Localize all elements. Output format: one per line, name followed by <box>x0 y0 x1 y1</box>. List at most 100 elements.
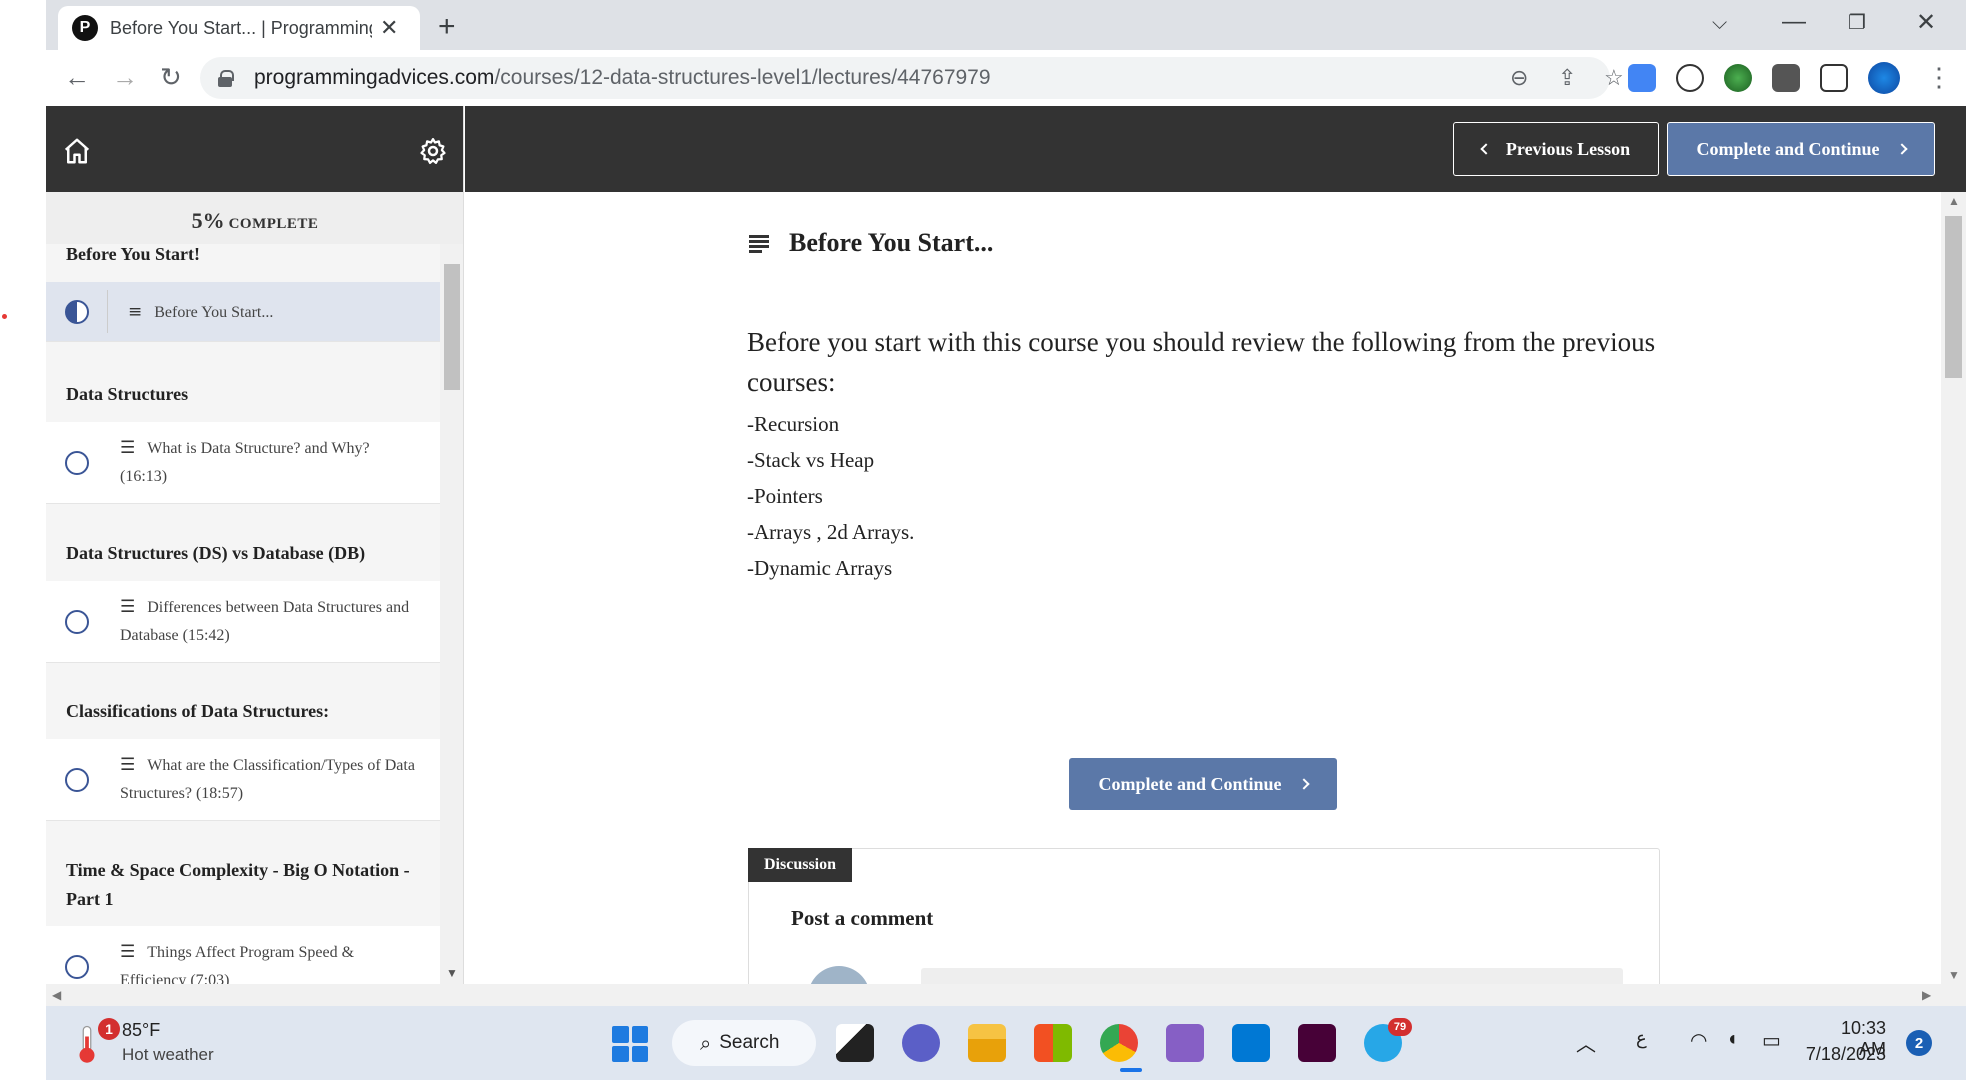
chrome-icon[interactable] <box>1100 1024 1138 1062</box>
show-hidden-icons-icon[interactable]: ︿ <box>1576 1028 1596 1057</box>
section-title: Data Structures <box>66 384 189 404</box>
course-progress: 5% COMPLETE <box>46 192 463 244</box>
scroll-right-icon[interactable]: ▶ <box>1922 988 1931 1002</box>
speed-extension-icon[interactable] <box>1676 64 1704 92</box>
tab-search-icon[interactable]: ⌵ <box>1712 12 1727 35</box>
windows-start-icon[interactable] <box>612 1026 648 1062</box>
previous-lesson-label: Previous Lesson <box>1505 138 1631 159</box>
scroll-up-icon[interactable]: ▲ <box>1948 194 1960 208</box>
discussion-tab[interactable]: Discussion <box>748 848 853 882</box>
complete-continue-button[interactable]: Complete and Continue <box>1069 758 1337 810</box>
review-item: -Arrays , 2d Arrays. <box>747 520 915 544</box>
forward-icon[interactable]: → <box>112 62 138 93</box>
url-text: programmingadvices.com/courses/12-data-s… <box>254 66 991 89</box>
section-title: Before You Start! <box>66 244 200 264</box>
lecture-item[interactable]: ☰ What are the Classification/Types of Da… <box>46 739 440 821</box>
file-explorer-icon[interactable] <box>968 1024 1006 1062</box>
scroll-left-icon[interactable]: ◀ <box>52 988 61 1002</box>
lecture-label: Before You Start... <box>154 304 274 321</box>
lesson-content: Before You Start... Before you start wit… <box>465 192 1941 984</box>
taskbar-search[interactable]: ⌕ Search <box>672 1020 816 1066</box>
side-panel-icon[interactable] <box>1820 64 1848 92</box>
bookmark-star-icon[interactable]: ☆ <box>1604 65 1624 91</box>
lesson-intro: Before you start with this course you sh… <box>747 327 1656 397</box>
browser-toolbar: ← → ↻ programmingadvices.com/courses/12-… <box>46 50 1966 106</box>
lecture-item-active[interactable]: ≡ Before You Start... <box>46 282 440 342</box>
browser-tab[interactable]: P Before You Start... | Programming ✕ <box>58 6 420 50</box>
lecture-label: What are the Classification/Types of Dat… <box>120 757 415 802</box>
close-tab-icon[interactable]: ✕ <box>380 15 398 41</box>
divider <box>107 290 108 333</box>
wifi-icon[interactable]: ◠ <box>1690 1028 1707 1053</box>
comment-input[interactable] <box>921 968 1623 984</box>
sidebar-scrollbar[interactable]: ▼ <box>440 244 463 984</box>
input-language[interactable]: ع <box>1636 1028 1647 1049</box>
horizontal-scrollbar[interactable]: ◀ ▶ <box>46 984 1966 1006</box>
lecture-text: ≡ Before You Start... <box>128 298 428 327</box>
incomplete-circle-icon <box>65 955 89 979</box>
sidebar-scroll-thumb[interactable] <box>444 264 460 390</box>
scroll-down-icon[interactable]: ▼ <box>1948 968 1960 982</box>
left-margin <box>0 0 46 1080</box>
lecture-item[interactable]: ☰ Differences between Data Structures and… <box>46 581 440 663</box>
favicon-icon: P <box>72 15 98 41</box>
zoom-icon[interactable]: ⊖ <box>1510 65 1528 91</box>
lock-icon <box>218 70 234 87</box>
weather-description[interactable]: Hot weather <box>122 1045 214 1065</box>
thermometer-icon[interactable] <box>74 1024 100 1064</box>
battery-icon[interactable]: ▭ <box>1762 1028 1781 1053</box>
menu-kebab-icon[interactable]: ⋮ <box>1926 62 1952 93</box>
minimize-icon[interactable]: — <box>1782 8 1806 36</box>
tab-strip: P Before You Start... | Programming ✕ + … <box>46 0 1966 50</box>
progress-half-circle-icon <box>65 300 89 324</box>
reload-icon[interactable]: ↻ <box>160 62 182 93</box>
clock-date[interactable]: 7/18/2023 <box>1796 1044 1886 1065</box>
extensions-puzzle-icon[interactable] <box>1772 64 1800 92</box>
lesson-title: Before You Start... <box>749 228 993 258</box>
complete-continue-label: Complete and Continue <box>1098 773 1282 794</box>
lecture-item[interactable]: ☰ Things Affect Program Speed & Efficienc… <box>46 926 440 984</box>
visual-studio-icon[interactable] <box>1166 1024 1204 1062</box>
progress-label: COMPLETE <box>228 216 319 232</box>
temperature[interactable]: 85°F <box>122 1020 160 1041</box>
lecture-label: Things Affect Program Speed & Efficiency… <box>120 944 355 984</box>
lecture-item[interactable]: ☰ What is Data Structure? and Why? (16:13… <box>46 422 440 504</box>
adobe-xd-icon[interactable] <box>1298 1024 1336 1062</box>
back-icon[interactable]: ← <box>64 62 90 93</box>
lesson-body: Before you start with this course you sh… <box>747 322 1687 586</box>
search-label: Search <box>719 1032 780 1053</box>
review-item: -Dynamic Arrays <box>747 556 893 580</box>
microsoft-store-icon[interactable] <box>1034 1024 1072 1062</box>
video-lesson-icon: ☰ <box>120 438 136 458</box>
close-window-icon[interactable]: ✕ <box>1916 8 1936 37</box>
volume-icon[interactable]: ◖ <box>1726 1028 1738 1051</box>
globe-extension-icon[interactable] <box>1724 64 1752 92</box>
chevron-right-icon <box>1895 143 1908 155</box>
new-tab-icon[interactable]: + <box>438 10 456 44</box>
notification-badge[interactable]: 2 <box>1906 1030 1932 1056</box>
chevron-right-icon <box>1297 778 1310 790</box>
post-comment-heading: Post a comment <box>791 906 934 930</box>
home-icon[interactable] <box>62 136 92 166</box>
task-view-icon[interactable] <box>836 1024 874 1062</box>
address-bar[interactable]: programmingadvices.com/courses/12-data-s… <box>200 57 1624 99</box>
restore-icon[interactable]: ❐ <box>1848 10 1866 35</box>
incomplete-circle-icon <box>65 610 89 634</box>
translate-extension-icon[interactable] <box>1628 64 1656 92</box>
page-scrollbar[interactable]: ▲ ▼ <box>1941 192 1966 984</box>
review-item: -Recursion <box>747 412 840 436</box>
lecture-text: ☰ Things Affect Program Speed & Efficienc… <box>120 938 420 984</box>
teams-chat-icon[interactable] <box>902 1024 940 1062</box>
profile-avatar[interactable] <box>1868 62 1900 94</box>
scroll-down-icon[interactable]: ▼ <box>446 966 458 980</box>
incomplete-circle-icon <box>65 768 89 792</box>
previous-lesson-button[interactable]: Previous Lesson <box>1453 122 1659 176</box>
lecture-label: Differences between Data Structures and … <box>120 599 410 644</box>
lesson-title-text: Before You Start... <box>789 228 994 257</box>
lecture-label: What is Data Structure? and Why? (16:13) <box>120 440 370 485</box>
page-scroll-thumb[interactable] <box>1945 216 1962 378</box>
share-icon[interactable]: ⇪ <box>1558 65 1576 91</box>
complete-continue-button-top[interactable]: Complete and Continue <box>1667 122 1935 176</box>
settings-gear-icon[interactable] <box>418 136 448 166</box>
vscode-icon[interactable] <box>1232 1024 1270 1062</box>
